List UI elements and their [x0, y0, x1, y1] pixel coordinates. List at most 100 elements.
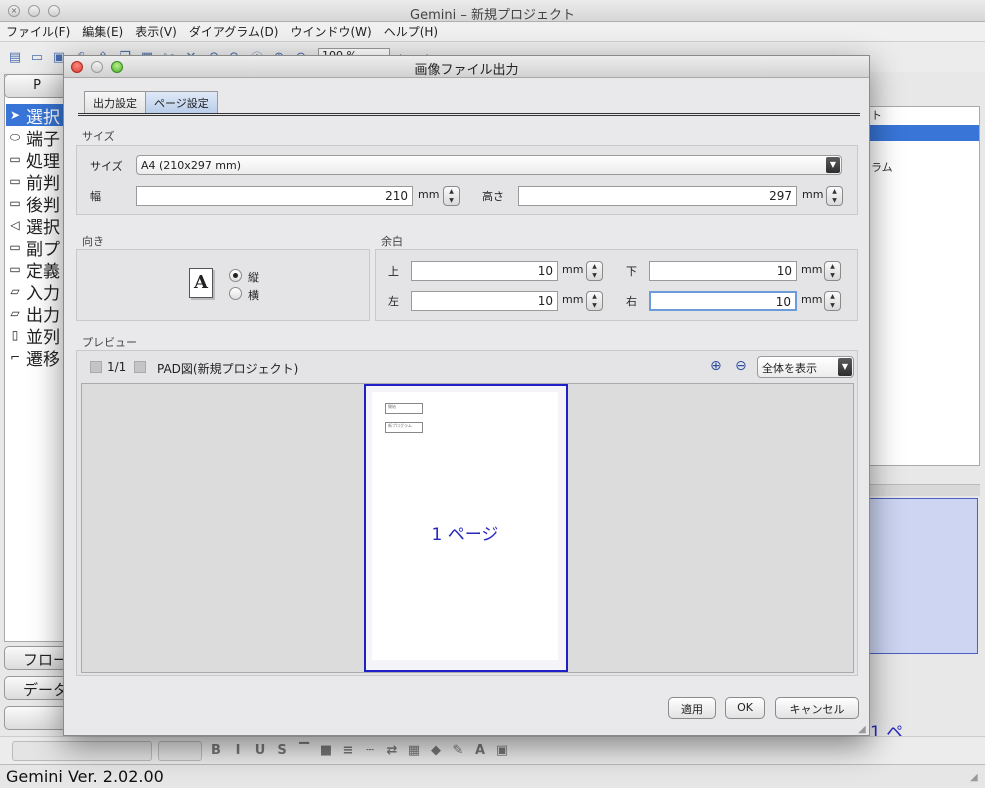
flow-button[interactable]: フロー [4, 646, 70, 670]
width-unit: mm [418, 188, 440, 201]
arrows-icon[interactable]: ⇄ [384, 743, 400, 758]
margin-bottom-stepper[interactable]: ▲ ▼ [824, 261, 841, 281]
palette-item[interactable]: ▱ 入力 [6, 280, 68, 303]
menu-file[interactable]: ファイル(F) [6, 23, 70, 40]
prev-page-button[interactable] [90, 361, 102, 373]
height-stepper[interactable]: ▲ ▼ [826, 186, 843, 206]
zoom-out-icon[interactable]: ⊖ [735, 358, 747, 374]
height-field[interactable]: 297 [518, 186, 797, 206]
left-extra-button[interactable] [4, 706, 70, 730]
landscape-label: 横 [248, 289, 259, 302]
palette-item[interactable]: ▭ 副プ [6, 236, 68, 259]
font-size-combo[interactable] [158, 740, 202, 761]
page-number-label: 1 ページ [431, 525, 499, 545]
margin-bottom-field[interactable]: 10 [649, 261, 797, 281]
stamp-icon[interactable]: ▣ [494, 743, 510, 758]
right-row[interactable]: ト [867, 107, 979, 125]
right-row[interactable]: ラム [867, 159, 979, 177]
chevron-down-icon: ▼ [826, 157, 840, 173]
right-row-selected[interactable] [867, 125, 979, 141]
menu-help[interactable]: ヘルプ(H) [384, 23, 438, 40]
diagram-name: PAD図(新規プロジェクト) [157, 362, 299, 376]
margin-left-stepper[interactable]: ▲ ▼ [586, 291, 603, 311]
menu-view[interactable]: 表示(V) [135, 23, 177, 40]
tab-page-settings[interactable]: ページ設定 [145, 91, 218, 113]
zoom-in-icon[interactable]: ⊕ [710, 358, 722, 374]
underline-icon[interactable]: U [252, 743, 268, 758]
line-color-icon[interactable]: ✎ [450, 743, 466, 758]
margin-right-stepper[interactable]: ▲ ▼ [824, 291, 841, 311]
palette-list: ➤ 選択 ⬭ 端子 ▭ 処理 ▭ 前判 ▭ 後判 ◁ 選択 ▭ 副プ ▭ 定義 ▱ 入力 ▱ 出力 … [6, 104, 68, 368]
margin-top-stepper[interactable]: ▲ ▼ [586, 261, 603, 281]
size-label: サイズ [90, 160, 123, 173]
orientation-section-label: 向き [82, 235, 104, 248]
process-icon: ▭ [9, 152, 21, 166]
palette-item[interactable]: ▭ 定義 [6, 258, 68, 281]
margin-left-label: 左 [388, 295, 399, 308]
align-top-icon[interactable]: ▔ [296, 743, 312, 758]
data-button[interactable]: データ [4, 676, 70, 700]
palette-item[interactable]: ▱ 出力 [6, 302, 68, 325]
align-justify-icon[interactable]: ≡ [340, 743, 356, 758]
palette-header[interactable]: P [4, 74, 70, 98]
page-preview[interactable]: 開始 新プログラム 1 ページ [364, 384, 568, 672]
palette-item[interactable]: ▭ 処理 [6, 148, 68, 171]
portrait-radio[interactable] [229, 269, 242, 282]
width-field[interactable]: 210 [136, 186, 413, 206]
dialog-title: 画像ファイル出力 [414, 63, 519, 78]
italic-icon[interactable]: I [230, 743, 246, 758]
menu-edit[interactable]: 編集(E) [82, 23, 123, 40]
margin-bottom-unit: mm [801, 263, 823, 276]
definition-icon: ▭ [9, 262, 21, 276]
window-resize-grip[interactable]: ◢ [970, 772, 978, 783]
preview-zoom-select[interactable]: 全体を表示 ▼ [757, 356, 854, 378]
palette-item[interactable]: ▭ 前判 [6, 170, 68, 193]
strikethrough-icon[interactable]: S [274, 743, 290, 758]
bold-icon[interactable]: B [208, 743, 224, 758]
pre-decision-icon: ▭ [9, 174, 21, 188]
palette-item[interactable]: ▯ 並列 [6, 324, 68, 347]
text-color-icon[interactable]: A [472, 743, 488, 758]
margin-right-field[interactable]: 10 [649, 291, 797, 311]
new-file-icon[interactable]: ▤ [6, 48, 24, 66]
landscape-radio[interactable] [229, 287, 242, 300]
right-splitter[interactable] [866, 484, 980, 496]
apply-button[interactable]: 適用 [668, 697, 716, 719]
fill-box-icon[interactable]: ■ [318, 743, 334, 758]
open-folder-icon[interactable]: ▭ [28, 48, 46, 66]
tab-divider [78, 113, 860, 116]
pointer-icon: ➤ [9, 108, 21, 122]
fill-color-icon[interactable]: ◆ [428, 743, 444, 758]
right-tree-panel: ト ラム [866, 106, 980, 466]
tab-output-settings[interactable]: 出力設定 [84, 91, 146, 113]
subprocess-icon: ▭ [9, 240, 21, 254]
menu-window[interactable]: ウインドウ(W) [290, 23, 371, 40]
margin-top-unit: mm [562, 263, 584, 276]
palette-item[interactable]: ⌐ 遷移 [6, 346, 68, 369]
palette-item[interactable]: ⬭ 端子 [6, 126, 68, 149]
cancel-button[interactable]: キャンセル [775, 697, 859, 719]
dialog-resize-grip[interactable]: ◢ [858, 724, 866, 735]
status-bar: Gemini Ver. 2.02.00 [0, 764, 985, 788]
width-stepper[interactable]: ▲ ▼ [443, 186, 460, 206]
ok-button[interactable]: OK [725, 697, 765, 719]
palette-item[interactable]: ▭ 後判 [6, 192, 68, 215]
margin-top-field[interactable]: 10 [411, 261, 558, 281]
size-select[interactable]: A4 (210x297 mm) ▼ [136, 155, 842, 175]
font-family-combo[interactable] [12, 740, 152, 761]
dotted-line-icon[interactable]: ┄ [362, 743, 378, 758]
margin-right-label: 右 [626, 295, 637, 308]
margin-left-field[interactable]: 10 [411, 291, 558, 311]
portrait-page-icon: A [189, 268, 213, 298]
grid-icon[interactable]: ▦ [406, 743, 422, 758]
margin-right-unit: mm [801, 293, 823, 306]
width-label: 幅 [90, 190, 101, 203]
height-unit: mm [802, 188, 824, 201]
image-export-dialog: 画像ファイル出力 出力設定 ページ設定 サイズ サイズ A4 (210x297 … [63, 55, 870, 736]
height-label: 高さ [482, 190, 504, 203]
menu-diagram[interactable]: ダイアグラム(D) [189, 23, 279, 40]
right-row[interactable] [867, 141, 979, 159]
next-page-button[interactable] [134, 361, 146, 373]
palette-item[interactable]: ◁ 選択 [6, 214, 68, 237]
palette-item[interactable]: ➤ 選択 [6, 104, 68, 126]
